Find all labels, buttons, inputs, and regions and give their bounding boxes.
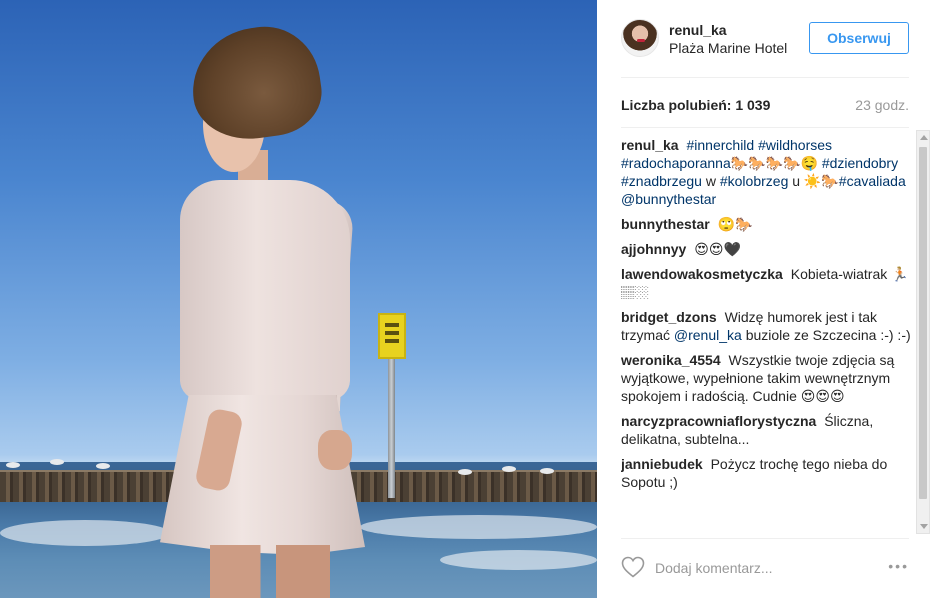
divider (621, 77, 909, 78)
follow-button[interactable]: Obserwuj (809, 22, 909, 54)
comment: lawendowakosmetyczka Kobieta-wiatrak 🏃🏼🏽… (621, 265, 913, 301)
location-link[interactable]: Plaża Marine Hotel (669, 40, 797, 56)
hashtag[interactable]: #innerchild (686, 137, 754, 153)
comments-list: renul_ka #innerchild #wildhorses #radoch… (621, 136, 913, 532)
comment-input[interactable] (655, 557, 865, 579)
avatar[interactable] (621, 19, 659, 57)
likes-count[interactable]: Liczba polubień: 1 039 (621, 97, 770, 113)
comment-bar: ••• (621, 552, 909, 584)
post-stats: Liczba polubień: 1 039 23 godz. (621, 97, 909, 117)
legs (210, 545, 330, 598)
author-username[interactable]: renul_ka (669, 22, 727, 38)
comment-author[interactable]: bunnythestar (621, 216, 710, 232)
seagull (96, 463, 110, 469)
comment-author[interactable]: ajjohnnyy (621, 241, 686, 257)
hashtag[interactable]: #cavaliada (839, 173, 906, 189)
divider (621, 538, 909, 539)
caption-text: u ☀️🐎 (792, 173, 839, 189)
comment: bridget_dzons Widzę humorek jest i tak t… (621, 308, 913, 344)
hashtag[interactable]: #kolobrzeg (720, 173, 789, 189)
heart-icon[interactable] (621, 556, 645, 578)
seagull (502, 466, 516, 472)
scroll-up-arrow-icon[interactable] (920, 135, 928, 140)
mention[interactable]: @renul_ka (674, 327, 742, 343)
scroll-down-arrow-icon[interactable] (920, 524, 928, 529)
seagull (6, 462, 20, 468)
post-time[interactable]: 23 godz. (855, 97, 909, 113)
comment-author[interactable]: narcyzpracowniaflorystyczna (621, 413, 816, 429)
comment-text: 😍😍🖤 (694, 241, 741, 257)
comment-text: 🙄🐎 (717, 216, 753, 232)
more-options-icon[interactable]: ••• (888, 558, 909, 574)
caption: renul_ka #innerchild #wildhorses #radoch… (621, 136, 913, 208)
wave (360, 515, 597, 539)
post-sidebar: renul_ka Plaża Marine Hotel Obserwuj Lic… (597, 0, 932, 598)
comment: bunnythestar 🙄🐎 (621, 215, 913, 233)
scroll-thumb[interactable] (919, 147, 927, 499)
comments-scrollbar[interactable] (916, 130, 930, 534)
seagull (50, 459, 64, 465)
divider (621, 127, 909, 128)
hashtag[interactable]: #wildhorses (758, 137, 832, 153)
comment: weronika_4554 Wszystkie twoje zdjęcia są… (621, 351, 913, 405)
seagull (458, 469, 472, 475)
yellow-sign (378, 313, 406, 359)
hashtag[interactable]: #dziendobry (822, 155, 898, 171)
mention[interactable]: @bunnythestar (621, 191, 716, 207)
comment-author[interactable]: lawendowakosmetyczka (621, 266, 783, 282)
post-photo[interactable] (0, 0, 597, 598)
comment: narcyzpracowniaflorystyczna Śliczna, del… (621, 412, 913, 448)
comment: ajjohnnyy 😍😍🖤 (621, 240, 913, 258)
wave (440, 550, 597, 570)
comment-text: buziole ze Szczecina :-) :-) (745, 327, 911, 343)
comment-author[interactable]: bridget_dzons (621, 309, 717, 325)
caption-author[interactable]: renul_ka (621, 137, 679, 153)
comment: janniebudek Pożycz trochę tego nieba do … (621, 455, 913, 491)
sign-pole (388, 350, 395, 498)
comment-author[interactable]: weronika_4554 (621, 352, 721, 368)
dress-skirt (160, 395, 365, 555)
comment-author[interactable]: janniebudek (621, 456, 703, 472)
seagull (540, 468, 554, 474)
hashtag[interactable]: #radochaporanna🐎🐎🐎🐎🤤 (621, 155, 818, 171)
caption-text: w (705, 173, 716, 189)
dress (180, 180, 350, 400)
post-header: renul_ka Plaża Marine Hotel Obserwuj (621, 17, 909, 61)
hashtag[interactable]: #znadbrzegu (621, 173, 702, 189)
wave (0, 520, 170, 546)
hand (318, 430, 352, 470)
